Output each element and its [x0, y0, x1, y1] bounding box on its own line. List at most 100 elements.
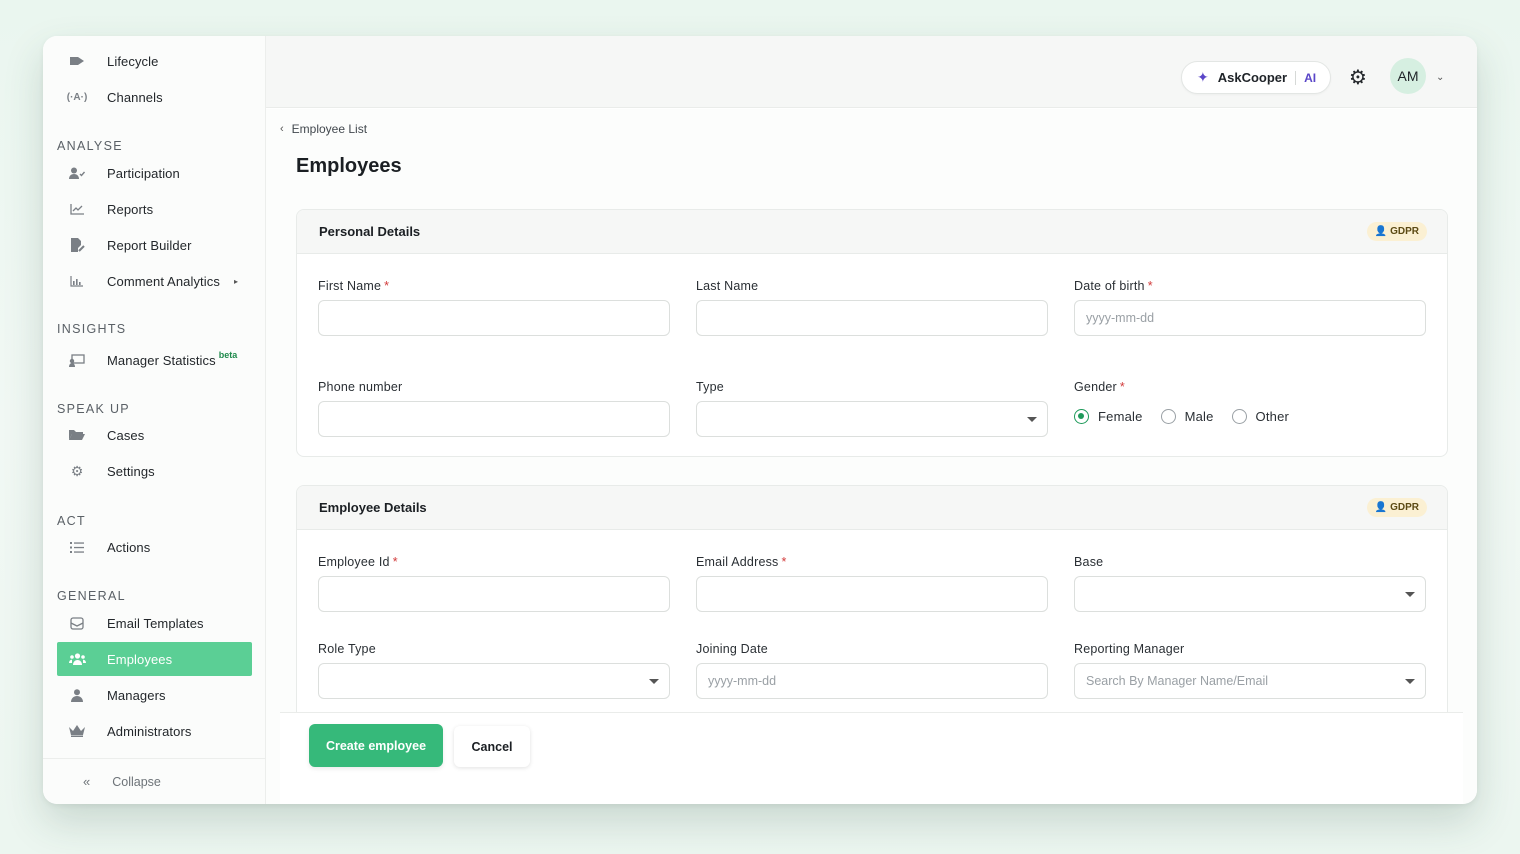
field-label: Last Name: [696, 279, 759, 293]
employee-id-input[interactable]: [318, 576, 670, 612]
sidebar-item-lifecycle[interactable]: Lifecycle: [57, 44, 252, 78]
radio-label: Female: [1098, 409, 1143, 424]
sparkle-icon: ✦: [1197, 69, 1209, 85]
broadcast-icon: (·A·): [66, 91, 88, 103]
chevron-down-icon[interactable]: ⌄: [1436, 72, 1444, 83]
last-name-input[interactable]: [696, 300, 1048, 336]
askcooper-button[interactable]: ✦ AskCooper AI: [1181, 61, 1331, 94]
sidebar-item-label: Report Builder: [107, 237, 192, 253]
sidebar-item-administrators[interactable]: Administrators: [57, 714, 252, 748]
radio-dot: [1160, 409, 1176, 424]
presentation-icon: [67, 352, 87, 368]
email-input[interactable]: [696, 576, 1048, 612]
caret-right-icon: ▸: [233, 276, 238, 286]
base-field: Base: [1074, 555, 1426, 612]
bar-chart-icon: [67, 273, 87, 289]
field-label: Type: [696, 380, 724, 394]
lifecycle-icon: [67, 53, 87, 69]
gender-radio-male[interactable]: Male: [1160, 409, 1214, 424]
breadcrumb[interactable]: ‹ Employee List: [280, 122, 367, 136]
user-lock-icon: 👤: [1374, 502, 1388, 513]
chevron-left-icon: ‹: [280, 123, 284, 135]
sidebar-item-comment-analytics[interactable]: Comment Analytics ▸: [57, 264, 252, 298]
first-name-input[interactable]: [318, 300, 670, 336]
crown-icon: [67, 723, 87, 739]
sidebar-item-participation[interactable]: Participation: [57, 156, 252, 190]
gear-icon: ⚙: [70, 462, 84, 479]
list-icon: [67, 539, 87, 555]
role-type-select[interactable]: [318, 663, 670, 699]
joining-date-input[interactable]: yyyy-mm-dd: [696, 663, 1048, 699]
collapse-button[interactable]: « Collapse: [43, 758, 266, 804]
field-label: Joining Date: [696, 642, 768, 656]
collapse-label: Collapse: [112, 774, 161, 789]
main-content: ‹ Employee List Employees Personal Detai…: [266, 109, 1477, 804]
sidebar-item-label: Lifecycle: [107, 53, 159, 69]
card-header: Personal Details 👤 GDPR: [297, 210, 1447, 254]
field-label: Gender: [1074, 380, 1117, 394]
date-of-birth-field: Date of birth * yyyy-mm-dd: [1074, 279, 1426, 336]
create-employee-button[interactable]: Create employee: [309, 724, 443, 767]
sidebar-item-label: Cases: [107, 427, 145, 443]
role-type-field: Role Type: [318, 642, 670, 699]
sidebar-item-managers[interactable]: Managers: [57, 678, 252, 712]
sidebar-item-label: Channels: [107, 89, 163, 105]
gear-icon[interactable]: ⚙: [1347, 67, 1369, 89]
radio-dot: [1074, 409, 1089, 424]
sidebar-item-reports[interactable]: Reports: [57, 192, 252, 226]
gender-radio-group: Female Male Other: [1074, 409, 1426, 424]
required-marker: *: [781, 555, 787, 569]
askcooper-label: AskCooper: [1217, 70, 1288, 85]
radio-label: Male: [1184, 409, 1214, 424]
caret-down-icon: [649, 679, 659, 684]
required-marker: *: [1119, 380, 1125, 394]
gdpr-label: GDPR: [1390, 226, 1419, 237]
phone-input[interactable]: [318, 401, 670, 437]
sidebar-item-settings[interactable]: ⚙ Settings: [57, 454, 252, 488]
base-select[interactable]: [1074, 576, 1426, 612]
gender-field: Gender * Female Male Other: [1074, 380, 1426, 424]
field-label: Role Type: [318, 642, 376, 656]
gdpr-badge: 👤 GDPR: [1366, 498, 1427, 517]
gender-radio-female[interactable]: Female: [1074, 409, 1143, 424]
top-bar: ✦ AskCooper AI ⚙ AM ⌄: [266, 36, 1477, 108]
employee-details-card: Employee Details 👤 GDPR Employee Id * Ema…: [296, 485, 1448, 745]
sidebar-item-report-builder[interactable]: Report Builder: [57, 228, 252, 262]
section-title-general: GENERAL: [57, 589, 126, 603]
type-select[interactable]: [696, 401, 1048, 437]
sidebar-item-manager-statistics[interactable]: Manager Statistics beta: [57, 343, 252, 377]
personal-details-card: Personal Details 👤 GDPR First Name * Last…: [296, 209, 1448, 457]
sidebar-item-label: Employees: [107, 651, 173, 667]
phone-field: Phone number: [318, 380, 670, 437]
breadcrumb-label: Employee List: [291, 122, 368, 136]
sidebar: Lifecycle (·A·) Channels ANALYSE Partici…: [43, 36, 266, 804]
app-window: Lifecycle (·A·) Channels ANALYSE Partici…: [43, 36, 1477, 804]
file-edit-icon: [67, 237, 87, 253]
card-header: Employee Details 👤 GDPR: [297, 486, 1447, 530]
sidebar-item-channels[interactable]: (·A·) Channels: [57, 80, 252, 114]
caret-down-icon: [1405, 679, 1415, 684]
employee-id-field: Employee Id *: [318, 555, 670, 612]
sidebar-item-employees[interactable]: Employees: [57, 642, 252, 676]
required-marker: *: [392, 555, 398, 569]
reporting-manager-select[interactable]: Search By Manager Name/Email: [1074, 663, 1426, 699]
user-lock-icon: 👤: [1374, 226, 1388, 237]
gender-radio-other[interactable]: Other: [1231, 409, 1290, 424]
section-title-act: ACT: [57, 514, 86, 528]
section-title-insights: INSIGHTS: [57, 322, 127, 336]
sidebar-item-label: Settings: [107, 463, 155, 479]
sidebar-item-actions[interactable]: Actions: [57, 530, 252, 564]
field-label: Phone number: [318, 380, 403, 394]
cancel-button[interactable]: Cancel: [454, 726, 530, 767]
sidebar-item-cases[interactable]: Cases: [57, 418, 252, 452]
sidebar-item-label: Managers: [107, 687, 166, 703]
sidebar-item-label: Manager Statistics: [107, 352, 216, 368]
date-of-birth-input[interactable]: yyyy-mm-dd: [1074, 300, 1426, 336]
sidebar-item-email-templates[interactable]: Email Templates: [57, 606, 252, 640]
card-title: Employee Details: [319, 500, 427, 515]
last-name-field: Last Name: [696, 279, 1048, 336]
avatar[interactable]: AM: [1390, 58, 1426, 94]
joining-date-field: Joining Date yyyy-mm-dd: [696, 642, 1048, 699]
field-label: Date of birth: [1074, 279, 1145, 293]
sidebar-item-label: Actions: [107, 539, 151, 555]
